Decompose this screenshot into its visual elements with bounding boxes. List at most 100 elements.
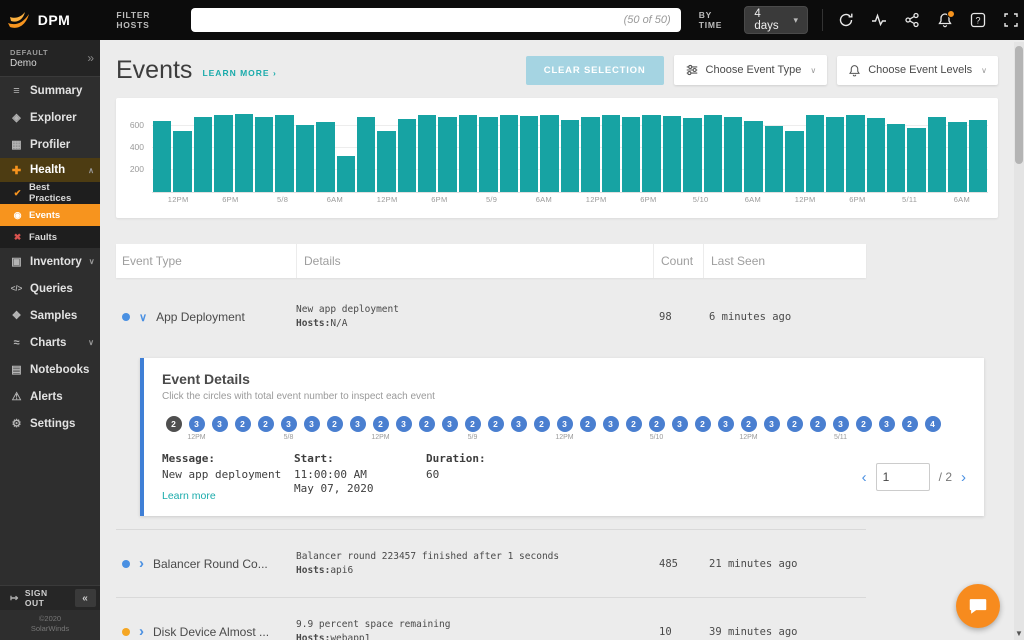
refresh-icon[interactable] [833,7,859,33]
notifications-bell-icon[interactable] [932,7,958,33]
solarwinds-logo-icon[interactable] [0,0,38,40]
clear-selection-button[interactable]: CLEAR SELECTION [526,56,664,85]
scrollbar-thumb[interactable] [1015,46,1023,164]
choose-event-type-button[interactable]: Choose Event Type ∨ [674,55,828,85]
timeline-event-circle[interactable]: 2 [626,416,642,432]
chart-bar[interactable] [438,117,456,192]
table-row-balancer-round[interactable]: › Balancer Round Co... Balancer round 22… [116,529,866,597]
timeline-event-circle[interactable]: 2 [258,416,274,432]
filter-hosts-field[interactable]: (50 of 50) [191,8,681,32]
details-learn-more-link[interactable]: Learn more [162,490,216,502]
sidebar-item-summary[interactable]: ≡ Summary [0,77,100,104]
sidebar-item-best-practices[interactable]: ✔ Best Practices [0,182,100,204]
timeline-event-circle[interactable]: 3 [350,416,366,432]
sidebar-item-alerts[interactable]: ⚠ Alerts [0,383,100,410]
chart-bar[interactable] [214,115,232,192]
timeline-event-circle[interactable]: 2 [741,416,757,432]
chart-bar[interactable] [153,121,171,192]
timeline-event-circle[interactable]: 3 [879,416,895,432]
timeline-event-circle[interactable]: 4 [925,416,941,432]
chart-bar[interactable] [663,116,681,192]
timeline-event-circle[interactable]: 2 [166,416,182,432]
timeline-event-circle[interactable]: 3 [764,416,780,432]
timeline-event-circle[interactable]: 2 [465,416,481,432]
chart-bar[interactable] [296,125,314,192]
timeline-event-circle[interactable]: 3 [212,416,228,432]
chart-bar[interactable] [194,117,212,192]
chart-bar[interactable] [602,115,620,192]
timeline-event-circle[interactable]: 2 [649,416,665,432]
timeline-event-circle[interactable]: 2 [787,416,803,432]
previous-page-arrow[interactable]: ‹ [862,469,867,486]
sidebar-item-settings[interactable]: ⚙ Settings [0,410,100,437]
next-page-arrow[interactable]: › [961,469,966,486]
chart-bar[interactable] [316,122,334,192]
chart-bar[interactable] [928,117,946,192]
chart-bar[interactable] [969,120,987,192]
chart-bar[interactable] [520,116,538,192]
scrollbar-down-arrow[interactable]: ▼ [1014,629,1024,638]
timeline-event-circle[interactable]: 2 [856,416,872,432]
timeline-event-circle[interactable]: 2 [419,416,435,432]
timeline-event-circle[interactable]: 2 [810,416,826,432]
sign-out-button[interactable]: ↦ SIGN OUT « [0,585,100,610]
sidebar-item-notebooks[interactable]: ▤ Notebooks [0,356,100,383]
timeline-event-circle[interactable]: 3 [189,416,205,432]
timeline-event-circle[interactable]: 3 [833,416,849,432]
timeline-event-circle[interactable]: 2 [235,416,251,432]
timeline-event-circle[interactable]: 3 [281,416,297,432]
chart-bar[interactable] [479,117,497,192]
chart-bar[interactable] [235,114,253,192]
timeline-event-circle[interactable]: 3 [511,416,527,432]
chart-bar[interactable] [377,131,395,192]
chart-bar[interactable] [642,115,660,192]
timeline-event-circle[interactable]: 2 [534,416,550,432]
collapse-row-chevron-icon[interactable]: ∨ [139,311,147,324]
collapse-sidebar-button[interactable]: « [75,589,96,607]
chart-bar[interactable] [398,119,416,192]
chart-bar[interactable] [744,121,762,192]
sidebar-item-profiler[interactable]: ▦ Profiler [0,131,100,158]
timeline-event-circle[interactable]: 2 [373,416,389,432]
timeline-event-circle[interactable]: 2 [580,416,596,432]
sidebar-item-faults[interactable]: ✖ Faults [0,226,100,248]
page-number-input[interactable] [876,463,930,491]
timeline-event-circle[interactable]: 3 [672,416,688,432]
table-row-disk-device[interactable]: › Disk Device Almost ... 9.9 percent spa… [116,597,866,640]
learn-more-link[interactable]: LEARN MORE › [202,68,276,78]
sidebar-item-explorer[interactable]: ◈ Explorer [0,104,100,131]
chart-bar[interactable] [540,115,558,192]
chart-bar[interactable] [948,122,966,192]
timeline-event-circle[interactable]: 2 [488,416,504,432]
timeline-event-circle[interactable]: 3 [603,416,619,432]
chart-bar[interactable] [887,124,905,192]
chart-bar[interactable] [459,115,477,192]
chat-support-button[interactable] [956,584,1000,628]
timeline-event-circle[interactable]: 3 [442,416,458,432]
timeline-event-circle[interactable]: 2 [327,416,343,432]
sidebar-item-charts[interactable]: ≈ Charts ∨ [0,329,100,356]
chart-bar[interactable] [826,117,844,192]
chart-bar[interactable] [683,118,701,192]
chart-bar[interactable] [765,126,783,192]
timeline-event-circle[interactable]: 3 [557,416,573,432]
chart-bar[interactable] [173,131,191,192]
chart-bar[interactable] [724,117,742,192]
chart-bar[interactable] [867,118,885,192]
chart-bar[interactable] [704,115,722,192]
fullscreen-icon[interactable] [998,7,1024,33]
chart-bar[interactable] [561,120,579,192]
sidebar-item-queries[interactable]: </> Queries [0,275,100,302]
expand-row-chevron-icon[interactable]: › [139,627,144,637]
chart-bar[interactable] [785,131,803,192]
chart-bar[interactable] [255,117,273,192]
chart-bar[interactable] [275,115,293,192]
chart-bar[interactable] [357,117,375,192]
timeline-event-circle[interactable]: 2 [695,416,711,432]
sidebar-item-inventory[interactable]: ▣ Inventory ∨ [0,248,100,275]
chart-bar[interactable] [806,115,824,192]
chart-bar[interactable] [418,115,436,192]
sidebar-item-events[interactable]: ◉ Events [0,204,100,226]
timeline-event-circle[interactable]: 3 [718,416,734,432]
help-icon[interactable]: ? [965,7,991,33]
